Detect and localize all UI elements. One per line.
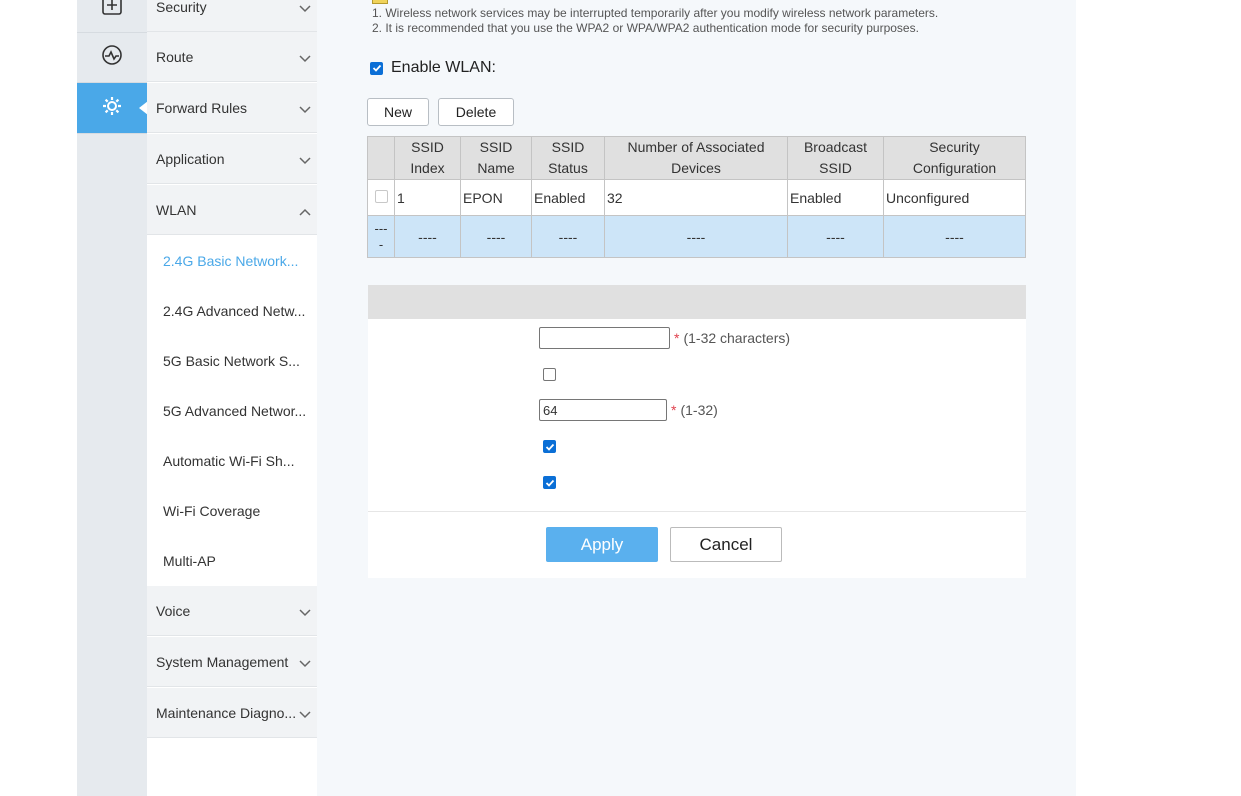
submenu-item-wifi-coverage[interactable]: Wi-Fi Coverage (147, 486, 317, 536)
cell-ssid-index: 1 (394, 179, 461, 216)
cell-blank: ---- (883, 215, 1026, 258)
header-select (367, 136, 395, 180)
delete-button[interactable]: Delete (438, 98, 514, 126)
ssid-config-form: * (1-32 characters) 64 * (1-32) Apply Canc… (368, 285, 1026, 578)
cell-security-config: Unconfigured (883, 179, 1026, 216)
option-checkbox-3[interactable] (543, 476, 556, 489)
menu-label: WLAN (156, 201, 197, 218)
menu-item-route[interactable]: Route (147, 32, 317, 82)
menu-label: Maintenance Diagno... (156, 704, 297, 721)
note-line-1: 1. Wireless network services may be inte… (372, 6, 939, 20)
menu-item-application[interactable]: Application (147, 134, 317, 184)
rail-item-add[interactable] (77, 0, 147, 33)
cell-ssid-status: Enabled (531, 179, 605, 216)
menu-item-system-management[interactable]: System Management (147, 637, 317, 687)
apply-button[interactable]: Apply (546, 527, 658, 562)
icon-rail (77, 0, 148, 796)
header-associated-devices: Number of Associated Devices (604, 136, 788, 180)
caution-notes: 1. Wireless network services may be inte… (372, 6, 938, 36)
pulse-icon (101, 44, 123, 71)
cancel-button[interactable]: Cancel (670, 527, 782, 562)
row-select-cell (367, 179, 395, 216)
option-checkbox-1[interactable] (543, 368, 556, 381)
caution-icon (372, 0, 388, 4)
chevron-down-icon (299, 655, 311, 671)
chevron-down-icon (299, 152, 311, 168)
menu-item-maintenance[interactable]: Maintenance Diagno... (147, 688, 317, 738)
option-checkbox-2[interactable] (543, 440, 556, 453)
menu-label: Route (156, 48, 194, 65)
header-security-config: Security Configuration (883, 136, 1026, 180)
cell-ssid-name: EPON (460, 179, 532, 216)
submenu-item-24g-basic[interactable]: 2.4G Basic Network... (147, 236, 317, 286)
enable-wlan-row: Enable WLAN: (370, 59, 496, 77)
enable-wlan-checkbox[interactable] (370, 61, 383, 75)
submenu-item-24g-advanced[interactable]: 2.4G Advanced Netw... (147, 286, 317, 336)
submenu-item-5g-basic[interactable]: 5G Basic Network S... (147, 336, 317, 386)
ssid-name-hint: * (1-32 characters) (674, 330, 791, 346)
cell-blank: ---- (604, 215, 788, 258)
header-ssid-index: SSID Index (394, 136, 461, 180)
cell-blank-select: --- - (367, 215, 395, 258)
chevron-down-icon (299, 101, 311, 117)
chevron-up-icon (299, 203, 311, 219)
header-ssid-name: SSID Name (460, 136, 532, 180)
plus-box-icon (101, 0, 123, 21)
check-icon (545, 479, 554, 487)
menu-item-security[interactable]: Security (147, 0, 317, 32)
menu-item-wlan[interactable]: WLAN (147, 185, 317, 235)
chevron-down-icon (299, 706, 311, 722)
rail-item-advanced[interactable] (77, 83, 148, 134)
cell-blank: ---- (460, 215, 532, 258)
cell-blank: ---- (787, 215, 884, 258)
submenu-item-auto-wifi[interactable]: Automatic Wi-Fi Sh... (147, 436, 317, 486)
header-broadcast-ssid: Broadcast SSID (787, 136, 884, 180)
menu-label: Application (156, 150, 225, 167)
chevron-down-icon (299, 604, 311, 620)
ssid-table: SSID Index SSID Name SSID Status Number of … (367, 136, 1026, 258)
menu-item-voice[interactable]: Voice (147, 586, 317, 636)
header-ssid-status: SSID Status (531, 136, 605, 180)
cell-blank: ---- (531, 215, 605, 258)
check-icon (545, 443, 554, 451)
menu-label: Voice (156, 602, 191, 619)
menu-label: System Management (156, 653, 289, 670)
submenu-item-5g-advanced[interactable]: 5G Advanced Networ... (147, 386, 317, 436)
menu-label: Forward Rules (156, 99, 248, 116)
cell-broadcast-ssid: Enabled (787, 179, 884, 216)
table-row[interactable]: 1 EPON Enabled 32 Enabled Unconfigured (367, 179, 1026, 216)
check-icon (372, 64, 381, 72)
rail-item-diagnose[interactable] (77, 32, 147, 83)
submenu-item-multi-ap[interactable]: Multi-AP (147, 536, 317, 586)
menu-item-forward-rules[interactable]: Forward Rules (147, 83, 317, 133)
menu-label: Security (156, 0, 207, 15)
cell-blank: ---- (394, 215, 461, 258)
device-count-hint: * (1-32) (671, 402, 718, 418)
chevron-down-icon (299, 50, 311, 66)
new-button[interactable]: New (367, 98, 429, 126)
cell-associated-devices: 32 (604, 179, 788, 216)
table-header-row: SSID Index SSID Name SSID Status Number of … (367, 136, 1026, 180)
form-header-bar (368, 285, 1026, 319)
enable-wlan-label: Enable WLAN: (391, 59, 496, 76)
form-divider (368, 511, 1026, 512)
gear-icon (101, 95, 123, 122)
chevron-down-icon (299, 0, 311, 16)
table-row-new[interactable]: --- - ---- ---- ---- ---- ---- ---- (367, 215, 1026, 258)
row-checkbox[interactable] (374, 189, 388, 203)
side-menu: Security Route Forward Rules Application… (147, 0, 317, 796)
ssid-name-input[interactable] (539, 327, 670, 349)
device-count-input[interactable]: 64 (539, 399, 667, 421)
note-line-2: 2. It is recommended that you use the WP… (372, 21, 919, 35)
